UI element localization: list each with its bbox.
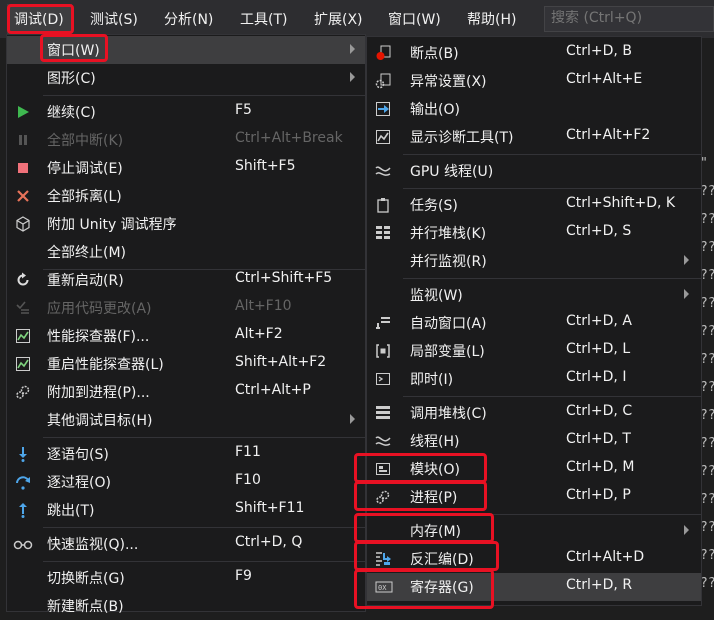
search-input[interactable] bbox=[551, 10, 711, 26]
submenu-item-call-stack[interactable]: 调用堆栈(C) Ctrl+D, C bbox=[367, 399, 701, 427]
submenu-item-threads[interactable]: 线程(H) Ctrl+D, T bbox=[367, 427, 701, 455]
menu-item-toggle-breakpoint[interactable]: 切换断点(G) F9 bbox=[7, 564, 365, 592]
search-box[interactable] bbox=[544, 6, 714, 32]
profiler-icon bbox=[16, 329, 30, 343]
chevron-right-icon bbox=[350, 44, 355, 54]
separator bbox=[403, 154, 701, 155]
menu-item-continue[interactable]: 继续(C) F5 bbox=[7, 98, 365, 126]
submenu-item-diagnostic-tools[interactable]: 显示诊断工具(T) Ctrl+Alt+F2 bbox=[367, 123, 701, 151]
profiler-icon bbox=[16, 357, 30, 371]
chevron-right-icon bbox=[684, 255, 689, 265]
chevron-right-icon bbox=[350, 414, 355, 424]
pause-icon bbox=[19, 135, 27, 145]
menu-item-relaunch-profiler[interactable]: 重启性能探查器(L) Shift+Alt+F2 bbox=[7, 350, 365, 378]
submenu-item-output[interactable]: 输出(O) bbox=[367, 95, 701, 123]
menu-item-window[interactable]: 窗口(W) bbox=[7, 36, 365, 64]
threads-icon bbox=[375, 436, 391, 446]
unity-cube-icon bbox=[16, 216, 30, 232]
step-into-icon bbox=[19, 447, 27, 462]
disassembly-icon bbox=[376, 552, 391, 566]
submenu-item-disassembly[interactable]: 反汇编(D) Ctrl+Alt+D bbox=[367, 545, 701, 573]
output-icon bbox=[376, 102, 390, 116]
separator bbox=[403, 188, 701, 189]
menu-item-performance-profiler[interactable]: 性能探查器(F)... Alt+F2 bbox=[7, 322, 365, 350]
menu-item-apply-code-changes[interactable]: 应用代码更改(A) Alt+F10 bbox=[7, 294, 365, 322]
menu-tools[interactable]: 工具(T) bbox=[240, 9, 287, 29]
separator bbox=[403, 278, 701, 279]
parallel-stacks-icon bbox=[376, 226, 390, 239]
submenu-item-breakpoints[interactable]: 断点(B) Ctrl+D, B bbox=[367, 39, 701, 67]
step-over-icon bbox=[16, 476, 30, 490]
menu-help[interactable]: 帮助(H) bbox=[467, 9, 516, 29]
menubar: 调试(D) 测试(S) 分析(N) 工具(T) 扩展(X) 窗口(W) 帮助(H… bbox=[0, 0, 714, 38]
submenu-item-parallel-stacks[interactable]: 并行堆栈(K) Ctrl+D, S bbox=[367, 219, 701, 247]
submenu-item-tasks[interactable]: 任务(S) Ctrl+Shift+D, K bbox=[367, 191, 701, 219]
immediate-window-icon bbox=[376, 373, 390, 385]
submenu-item-autos[interactable]: 自动窗口(A) Ctrl+D, A bbox=[367, 309, 701, 337]
menu-window[interactable]: 窗口(W) bbox=[388, 9, 441, 29]
gears-icon bbox=[16, 385, 30, 399]
submenu-item-watch[interactable]: 监视(W) bbox=[367, 281, 701, 309]
menu-item-new-breakpoint[interactable]: 新建断点(B) bbox=[7, 592, 365, 620]
editor-background-text: " ?? ?? ?? ?? ?? ?? ?? ?? ?? ?? ?? ?? ??… bbox=[700, 156, 714, 591]
menu-item-quick-watch[interactable]: 快速监视(Q)... Ctrl+D, Q bbox=[7, 530, 365, 558]
menu-analyze[interactable]: 分析(N) bbox=[164, 9, 213, 29]
diagnostic-tools-icon bbox=[376, 130, 390, 144]
submenu-item-registers[interactable]: 0X 寄存器(G) Ctrl+D, R bbox=[367, 573, 701, 601]
menu-test[interactable]: 测试(S) bbox=[90, 9, 138, 29]
menu-item-terminate-all[interactable]: 全部终止(M) bbox=[7, 238, 365, 266]
separator bbox=[43, 561, 365, 562]
separator bbox=[403, 514, 701, 515]
registers-icon: 0X bbox=[375, 581, 393, 593]
menu-item-step-over[interactable]: 逐过程(O) F10 bbox=[7, 468, 365, 496]
separator bbox=[43, 527, 365, 528]
chevron-right-icon bbox=[684, 289, 689, 299]
submenu-item-memory[interactable]: 内存(M) bbox=[367, 517, 701, 545]
submenu-item-processes[interactable]: 进程(P) Ctrl+D, P bbox=[367, 483, 701, 511]
gpu-threads-icon bbox=[375, 166, 391, 176]
submenu-item-gpu-threads[interactable]: GPU 线程(U) bbox=[367, 157, 701, 185]
autos-icon bbox=[376, 317, 390, 329]
call-stack-icon bbox=[376, 406, 390, 419]
apply-changes-icon bbox=[16, 301, 29, 314]
clipboard-icon bbox=[377, 198, 389, 213]
menu-item-other-debug-targets[interactable]: 其他调试目标(H) bbox=[7, 406, 365, 434]
submenu-item-parallel-watch[interactable]: 并行监视(R) bbox=[367, 247, 701, 275]
submenu-item-immediate[interactable]: 即时(I) Ctrl+D, I bbox=[367, 365, 701, 393]
submenu-item-exception-settings[interactable]: 异常设置(X) Ctrl+Alt+E bbox=[367, 67, 701, 95]
menu-item-stop-debugging[interactable]: 停止调试(E) Shift+F5 bbox=[7, 154, 365, 182]
separator bbox=[43, 95, 365, 96]
menu-item-attach-to-process[interactable]: 附加到进程(P)... Ctrl+Alt+P bbox=[7, 378, 365, 406]
menu-extensions[interactable]: 扩展(X) bbox=[314, 9, 363, 29]
menu-item-step-into[interactable]: 逐语句(S) F11 bbox=[7, 440, 365, 468]
submenu-item-locals[interactable]: 局部变量(L) Ctrl+D, L bbox=[367, 337, 701, 365]
gears-icon bbox=[376, 490, 390, 504]
menu-item-detach-all[interactable]: 全部拆离(L) bbox=[7, 182, 365, 210]
menu-debug[interactable]: 调试(D) bbox=[14, 9, 64, 29]
step-out-icon bbox=[19, 503, 27, 518]
glasses-icon bbox=[13, 540, 33, 550]
menu-item-attach-unity[interactable]: 附加 Unity 调试程序 bbox=[7, 210, 365, 238]
modules-icon bbox=[376, 463, 390, 475]
submenu-item-modules[interactable]: 模块(O) Ctrl+D, M bbox=[367, 455, 701, 483]
menu-item-restart[interactable]: 重新启动(R) Ctrl+Shift+F5 bbox=[7, 266, 365, 294]
close-icon bbox=[17, 190, 29, 202]
window-submenu: 断点(B) Ctrl+D, B 异常设置(X) Ctrl+Alt+E 输出(O)… bbox=[366, 36, 702, 606]
menu-item-step-out[interactable]: 跳出(T) Shift+F11 bbox=[7, 496, 365, 524]
exception-settings-icon bbox=[375, 73, 391, 89]
menu-item-break-all[interactable]: 全部中断(K) Ctrl+Alt+Break bbox=[7, 126, 365, 154]
locals-icon bbox=[376, 344, 390, 358]
breakpoint-icon bbox=[376, 45, 391, 60]
menu-item-graphics[interactable]: 图形(C) bbox=[7, 64, 365, 92]
chevron-right-icon bbox=[350, 72, 355, 82]
svg-text:0X: 0X bbox=[378, 584, 387, 592]
stop-icon bbox=[18, 163, 28, 173]
restart-icon bbox=[17, 272, 29, 286]
chevron-right-icon bbox=[684, 525, 689, 535]
play-icon bbox=[18, 106, 29, 118]
debug-menu: 窗口(W) 图形(C) 继续(C) F5 全部中断(K) Ctrl+Alt+Br… bbox=[6, 34, 366, 615]
separator bbox=[403, 396, 701, 397]
separator bbox=[43, 437, 365, 438]
